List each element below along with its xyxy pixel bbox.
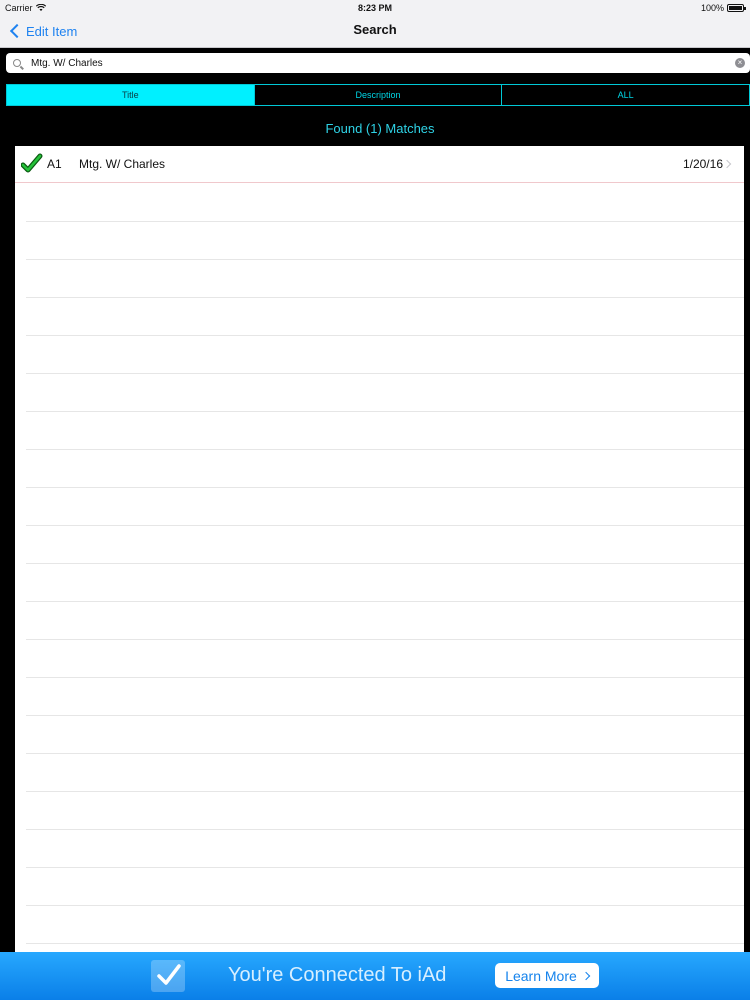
chevron-right-icon: [581, 971, 591, 980]
row-separator: [26, 943, 744, 944]
row-separator: [26, 297, 744, 298]
row-separator: [26, 487, 744, 488]
row-separator: [26, 639, 744, 640]
status-time: 8:23 PM: [357, 3, 392, 13]
results-count: Found (1) Matches: [325, 121, 435, 136]
search-bar: ×: [6, 53, 750, 73]
item-date: 1/20/16: [682, 157, 723, 171]
learn-more-button[interactable]: Learn More: [495, 963, 599, 988]
row-separator: [26, 449, 744, 450]
checkmark-icon: [157, 964, 181, 985]
battery-icon: [727, 4, 746, 12]
search-scope-segmented-control: Title Description ALL: [6, 84, 750, 106]
search-icon: [13, 59, 21, 67]
search-input[interactable]: [31, 57, 735, 69]
row-separator: [26, 601, 744, 602]
segment-title[interactable]: Title: [7, 85, 255, 105]
ad-message: You're Connected To iAd: [228, 964, 447, 986]
row-separator: [26, 905, 744, 906]
row-separator: [26, 867, 744, 868]
battery-indicator: 100%: [700, 3, 746, 13]
results-list: A1 Mtg. W/ Charles 1/20/16: [15, 146, 744, 952]
page-title: Search: [353, 22, 397, 37]
item-code: A1: [47, 157, 62, 171]
row-separator: [26, 335, 744, 336]
row-separator: [26, 563, 744, 564]
row-separator: [26, 259, 744, 260]
segment-all[interactable]: ALL: [502, 85, 749, 105]
segment-description[interactable]: Description: [255, 85, 503, 105]
row-separator: [26, 753, 744, 754]
navigation-bar: Carrier 8:23 PM 100% Edit Item Search: [0, 0, 750, 48]
clear-search-icon[interactable]: ×: [735, 58, 745, 68]
row-separator: [26, 411, 744, 412]
row-separator: [26, 791, 744, 792]
row-separator: [26, 525, 744, 526]
row-separator: [26, 677, 744, 678]
status-bar: Carrier 8:23 PM 100%: [0, 0, 750, 16]
item-title: Mtg. W/ Charles: [79, 157, 166, 171]
iad-banner[interactable]: You're Connected To iAd Learn More: [0, 952, 750, 1000]
row-separator: [26, 221, 744, 222]
list-item[interactable]: A1 Mtg. W/ Charles 1/20/16: [15, 146, 744, 183]
row-separator: [26, 373, 744, 374]
ad-check-box: [151, 960, 185, 992]
row-separator: [26, 829, 744, 830]
learn-more-label: Learn More: [505, 967, 577, 984]
app-root: Carrier 8:23 PM 100% Edit Item Search ×: [0, 0, 750, 1000]
checkmark-icon: [21, 153, 43, 173]
row-separator: [26, 715, 744, 716]
battery-percent: 100%: [700, 3, 724, 13]
disclosure-chevron-icon: [722, 159, 732, 169]
